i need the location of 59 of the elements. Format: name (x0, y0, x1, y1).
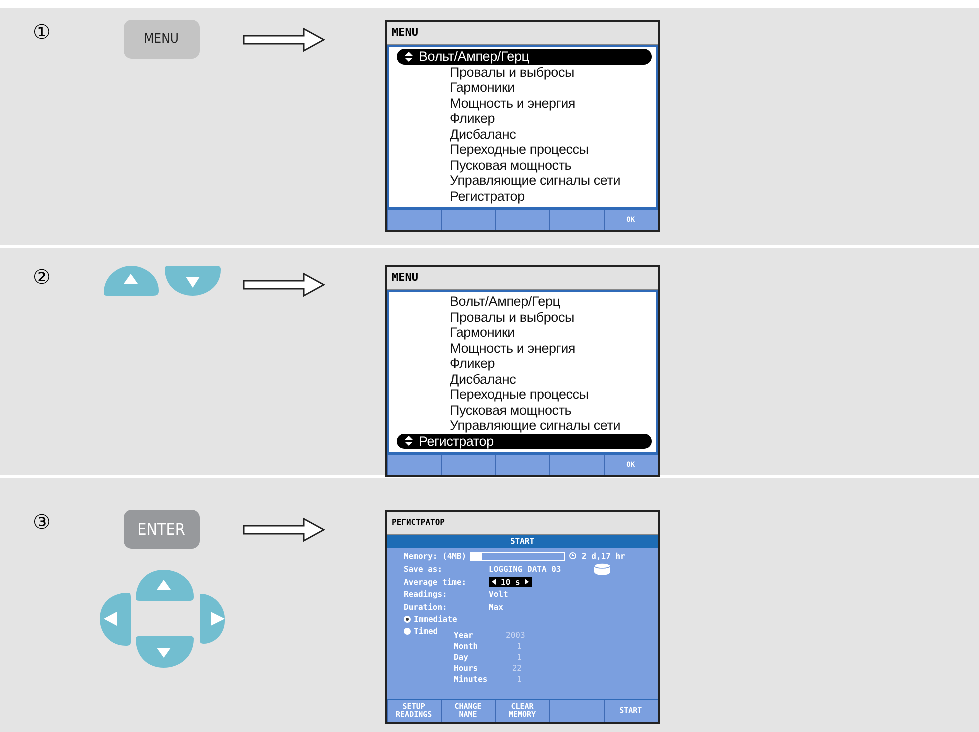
menu-item[interactable]: Дисбаланс (389, 126, 656, 142)
menu-item[interactable]: Регистратор (397, 434, 652, 449)
menu-item[interactable]: Переходные процессы (389, 142, 656, 158)
direction-pad-icon[interactable] (98, 569, 225, 671)
field-value: Max (489, 603, 504, 612)
menu-item[interactable]: Регистратор (389, 188, 656, 204)
menu-item[interactable]: Фликер (389, 356, 656, 372)
menu-item[interactable]: Переходные процессы (389, 387, 656, 402)
menu-item[interactable]: Вольт/Ампер/Герц (389, 294, 656, 310)
menu-key[interactable]: MENU (124, 20, 200, 59)
field-label: Average time: (404, 578, 468, 587)
right-triangle-icon (525, 579, 530, 586)
field-label: Hours (454, 662, 480, 674)
field-value: Volt (489, 590, 508, 600)
screen-title: MENU (387, 22, 658, 45)
menu-item[interactable]: Фликер (389, 111, 656, 126)
field-value: LOGGING DATA 03 (489, 564, 562, 574)
menu-item[interactable]: Управляющие сигналы сети (389, 173, 656, 188)
field-label: Readings: (404, 590, 448, 600)
down-key-icon[interactable] (164, 265, 222, 297)
screen-title: РЕГИСТРАТОР (387, 512, 658, 535)
menu-item[interactable]: Мощность и энергия (389, 340, 656, 356)
menu-item[interactable]: Пусковая мощность (389, 158, 656, 173)
right-arrow-icon (242, 516, 328, 544)
step-number: ② (33, 265, 51, 289)
field-label: Month (454, 640, 480, 652)
menu-item[interactable]: Пусковая мощность (389, 402, 656, 418)
menu-item[interactable]: Гармоники (389, 325, 656, 340)
up-key-icon[interactable] (102, 265, 160, 297)
step-number: ① (33, 20, 51, 44)
right-arrow-icon (242, 26, 328, 54)
field-value: 1 (516, 652, 522, 663)
field-label: Duration: (404, 603, 448, 612)
value-selector[interactable]: 10 s (489, 577, 532, 588)
left-triangle-icon (492, 579, 496, 586)
field-label: Memory: (4MB) (404, 552, 468, 561)
screen-title: MENU (387, 267, 658, 290)
menu-item[interactable]: Гармоники (389, 80, 656, 96)
menu-item[interactable]: Мощность и энергия (389, 96, 656, 111)
disk-icon (594, 562, 612, 576)
field-value: 1 (516, 640, 522, 652)
field-label: Day (454, 652, 470, 663)
menu-item[interactable]: Провалы и выбросы (389, 310, 656, 325)
step-number: ③ (33, 510, 51, 534)
field-value: 1 (516, 674, 522, 685)
field-label: Minutes (454, 674, 489, 685)
clock-icon (569, 552, 577, 560)
time-remaining: 2 d,17 hr (582, 552, 626, 561)
field-label: Save as: (404, 564, 444, 574)
menu-item[interactable]: Провалы и выбросы (389, 64, 656, 80)
up-down-icon (405, 52, 413, 62)
field-value: 22 (511, 662, 522, 674)
right-arrow-icon (242, 271, 328, 299)
menu-item[interactable]: Вольт/Ампер/Герц (397, 49, 652, 64)
field-label: Year (454, 630, 474, 641)
up-down-icon (405, 436, 413, 446)
screen-header: START (387, 535, 658, 548)
menu-item[interactable]: Дисбаланс (389, 372, 656, 387)
menu-item[interactable]: Управляющие сигналы сети (389, 418, 656, 434)
